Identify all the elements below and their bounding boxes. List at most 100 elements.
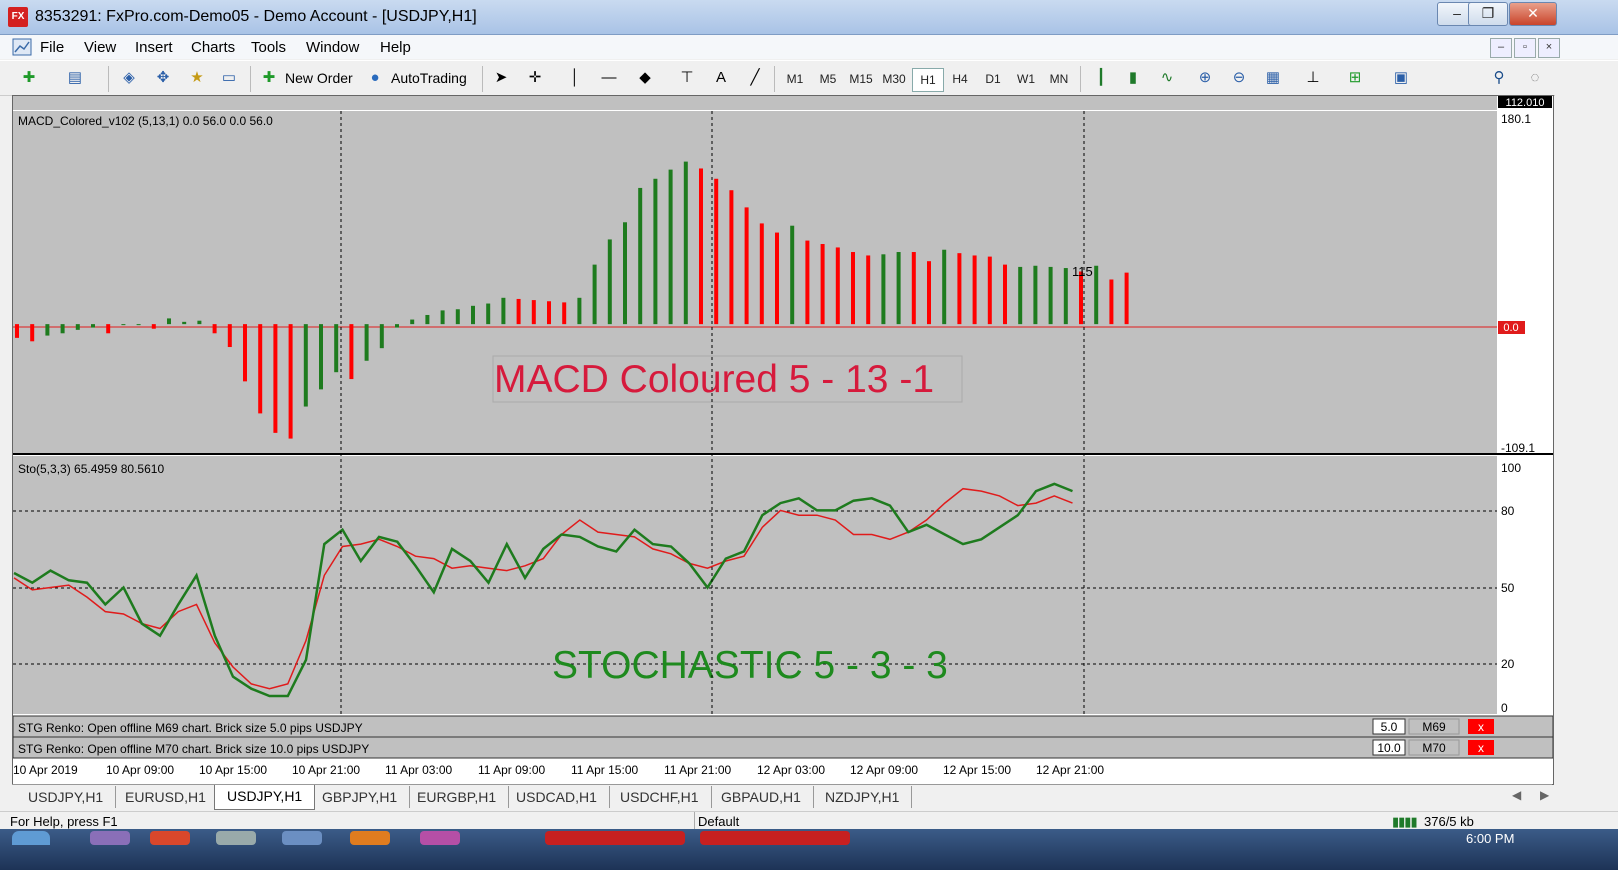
tab-eurgbp-h1[interactable]: EURGBP,H1 bbox=[405, 786, 510, 808]
macd-bar bbox=[957, 253, 962, 325]
renko-row-2-text: STG Renko: Open offline M70 chart. Brick… bbox=[18, 742, 369, 756]
macd-bar bbox=[1018, 266, 1023, 325]
chart-canvas[interactable]: 112.010 MACD_Colored_v102 (5,13,1) 0.0 5… bbox=[13, 96, 1553, 784]
menu-insert[interactable]: Insert bbox=[135, 39, 173, 56]
taskbar-app-icon[interactable] bbox=[420, 831, 460, 845]
menu-tools[interactable]: Tools bbox=[251, 39, 286, 56]
sto-axis-20: 20 bbox=[1501, 657, 1515, 671]
tab-scroll-right-icon[interactable]: ▶ bbox=[1540, 788, 1549, 802]
tab-scroll-left-icon[interactable]: ◀ bbox=[1512, 788, 1521, 802]
timeframe-m1[interactable]: M1 bbox=[780, 68, 810, 90]
shapes-icon[interactable]: ◆ bbox=[634, 68, 656, 88]
close-icon: x bbox=[1478, 741, 1484, 755]
restore-button[interactable]: ❐ bbox=[1468, 2, 1508, 26]
periods-icon[interactable]: ▣ bbox=[1390, 68, 1412, 88]
timeframe-m5[interactable]: M5 bbox=[813, 68, 843, 90]
macd-bar bbox=[805, 240, 810, 325]
new-order-icon: ✚ bbox=[262, 69, 276, 86]
new-chart-icon[interactable]: ✚ bbox=[18, 68, 40, 88]
macd-bar bbox=[106, 324, 111, 334]
menu-file[interactable]: File bbox=[40, 39, 64, 56]
taskbar-app-icon[interactable] bbox=[282, 831, 322, 845]
timeframe-h1[interactable]: H1 bbox=[912, 68, 944, 92]
autotrading-button[interactable]: AutoTrading bbox=[391, 67, 467, 89]
taskbar-app-icon[interactable] bbox=[216, 831, 256, 845]
trendline-icon[interactable]: ╱ bbox=[744, 68, 766, 88]
macd-bar bbox=[501, 297, 506, 325]
navigator-icon[interactable]: ✥ bbox=[152, 68, 174, 88]
line-chart-icon[interactable]: ∿ bbox=[1156, 68, 1178, 88]
chart-shift-icon[interactable]: ⊥ bbox=[1302, 68, 1324, 88]
timeframe-mn[interactable]: MN bbox=[1044, 68, 1074, 90]
tab-usdjpy-h1-active[interactable]: USDJPY,H1 bbox=[214, 785, 316, 810]
menu-charts[interactable]: Charts bbox=[191, 39, 235, 56]
profiles-icon[interactable]: ▤ bbox=[64, 68, 86, 88]
tile-windows-icon[interactable]: ▦ bbox=[1262, 68, 1284, 88]
horizontal-line-icon[interactable]: — bbox=[598, 68, 620, 88]
start-button-icon[interactable] bbox=[12, 831, 50, 845]
menu-view[interactable]: View bbox=[84, 39, 116, 56]
data-window-icon[interactable]: ★ bbox=[186, 68, 208, 88]
timeframe-m30[interactable]: M30 bbox=[879, 68, 909, 90]
macd-bar bbox=[212, 324, 217, 334]
macd-bar bbox=[45, 324, 50, 336]
close-button[interactable]: ✕ bbox=[1509, 2, 1557, 26]
macd-axis-top: 180.1 bbox=[1501, 112, 1531, 126]
tab-usdchf-h1[interactable]: USDCHF,H1 bbox=[608, 786, 712, 808]
tab-usdjpy-h1[interactable]: USDJPY,H1 bbox=[16, 786, 117, 808]
timeframe-h4[interactable]: H4 bbox=[945, 68, 975, 90]
macd-bar bbox=[592, 264, 597, 325]
macd-bar bbox=[15, 324, 19, 338]
vertical-line-icon[interactable]: │ bbox=[564, 68, 586, 88]
macd-bar bbox=[653, 178, 658, 325]
chat-icon[interactable]: ◌ bbox=[1524, 68, 1546, 88]
search-icon[interactable]: ⚲ bbox=[1488, 68, 1510, 88]
chart-close-button[interactable]: × bbox=[1538, 38, 1560, 58]
cursor-icon[interactable]: ➤ bbox=[490, 68, 512, 88]
macd-bar bbox=[896, 252, 901, 325]
fibonacci-icon[interactable]: ⊤ bbox=[676, 68, 698, 88]
tab-usdcad-h1[interactable]: USDCAD,H1 bbox=[504, 786, 610, 808]
toolbar-separator bbox=[250, 66, 251, 92]
taskbar-app-icon[interactable] bbox=[90, 831, 130, 845]
taskbar-browser-icon[interactable] bbox=[150, 831, 190, 845]
tab-nzdjpy-h1[interactable]: NZDJPY,H1 bbox=[813, 786, 913, 808]
tab-gbpaud-h1[interactable]: GBPAUD,H1 bbox=[709, 786, 814, 808]
tab-eurusd-h1[interactable]: EURUSD,H1 bbox=[113, 786, 219, 808]
crosshair-icon[interactable]: ✛ bbox=[524, 68, 546, 88]
taskbar-fxpro-window[interactable] bbox=[545, 831, 685, 845]
status-bar: For Help, press F1 Default ▮▮▮▮ 376/5 kb bbox=[0, 811, 1618, 830]
menu-window[interactable]: Window bbox=[306, 39, 359, 56]
macd-bar bbox=[121, 324, 126, 326]
taskbar-app-icon[interactable] bbox=[350, 831, 390, 845]
time-axis-label: 12 Apr 09:00 bbox=[850, 763, 918, 777]
zoom-out-icon[interactable]: ⊖ bbox=[1228, 68, 1250, 88]
candlestick-icon[interactable]: ▮ bbox=[1122, 68, 1144, 88]
macd-bar bbox=[243, 324, 247, 382]
macd-bar bbox=[349, 324, 354, 380]
indicators-icon[interactable]: ⊞ bbox=[1344, 68, 1366, 88]
macd-bar bbox=[364, 324, 369, 361]
sto-axis-100: 100 bbox=[1501, 461, 1521, 475]
text-icon[interactable]: A bbox=[710, 68, 732, 88]
macd-bar bbox=[303, 324, 308, 407]
chart-restore-button[interactable]: ▫ bbox=[1514, 38, 1536, 58]
macd-bar bbox=[790, 225, 795, 325]
timeframe-w1[interactable]: W1 bbox=[1011, 68, 1041, 90]
menu-help[interactable]: Help bbox=[380, 39, 411, 56]
macd-bar bbox=[258, 324, 263, 414]
new-order-button[interactable]: New Order bbox=[285, 67, 353, 89]
chart-window[interactable]: 112.010 MACD_Colored_v102 (5,13,1) 0.0 5… bbox=[12, 95, 1554, 785]
taskbar-fxpro-window[interactable] bbox=[700, 831, 850, 845]
timeframe-m15[interactable]: M15 bbox=[846, 68, 876, 90]
bar-chart-icon[interactable]: ┃ bbox=[1090, 68, 1112, 88]
zoom-in-icon[interactable]: ⊕ bbox=[1194, 68, 1216, 88]
renko-row-1-text: STG Renko: Open offline M69 chart. Brick… bbox=[18, 721, 363, 735]
terminal-icon[interactable]: ▭ bbox=[218, 68, 240, 88]
macd-bar bbox=[562, 302, 567, 325]
market-watch-icon[interactable]: ◈ bbox=[118, 68, 140, 88]
tab-gbpjpy-h1[interactable]: GBPJPY,H1 bbox=[310, 786, 411, 808]
macd-bar bbox=[607, 239, 612, 325]
chart-minimize-button[interactable]: – bbox=[1490, 38, 1512, 58]
timeframe-d1[interactable]: D1 bbox=[978, 68, 1008, 90]
